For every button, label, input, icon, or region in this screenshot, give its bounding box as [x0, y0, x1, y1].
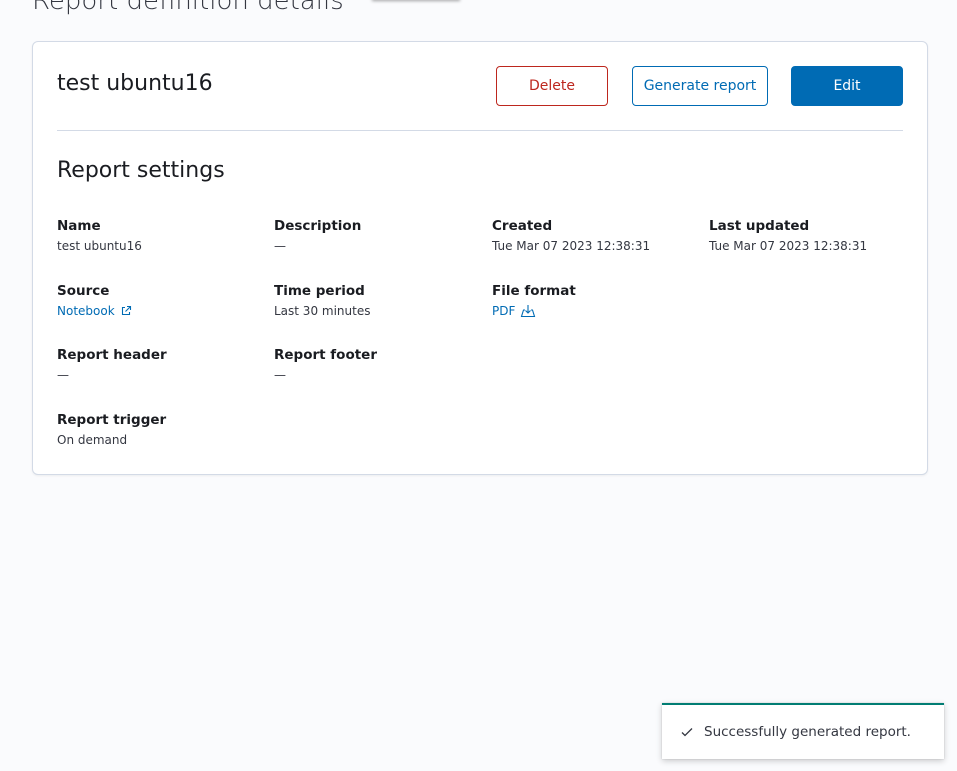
field-value: —	[274, 368, 286, 382]
field-time-period: Time period Last 30 minutes	[274, 282, 370, 319]
field-label: Created	[492, 218, 553, 234]
field-value: —	[274, 239, 286, 253]
check-icon	[681, 728, 693, 737]
field-value: test ubuntu16	[57, 239, 142, 253]
field-value: Tue Mar 07 2023 12:38:31	[492, 239, 651, 253]
field-name: Name test ubuntu16	[57, 217, 142, 254]
field-label: Report trigger	[57, 412, 167, 428]
field-value: —	[57, 368, 69, 382]
field-report-footer: Report footer —	[274, 346, 377, 383]
generate-report-button[interactable]: Generate report	[632, 66, 768, 106]
page-title: Report definition details	[32, 0, 344, 16]
success-toast[interactable]: Successfully generated report.	[662, 703, 944, 759]
source-link-text: Notebook	[57, 304, 115, 318]
file-format-download-link[interactable]: PDF	[492, 303, 536, 319]
field-label: Time period	[274, 283, 365, 299]
source-link[interactable]: Notebook	[57, 303, 132, 319]
field-label: File format	[492, 283, 576, 299]
field-value: On demand	[57, 433, 128, 447]
field-report-header: Report header —	[57, 346, 167, 383]
divider	[57, 130, 903, 131]
file-format-text: PDF	[492, 304, 516, 318]
field-label: Report footer	[274, 347, 377, 363]
field-report-trigger: Report trigger On demand	[57, 411, 166, 448]
edit-button[interactable]: Edit	[791, 66, 903, 106]
download-icon	[521, 305, 536, 318]
report-details-panel: test ubuntu16 Delete Generate report Edi…	[32, 41, 928, 475]
field-label: Source	[57, 283, 110, 299]
field-source: Source Notebook	[57, 282, 132, 319]
field-label: Description	[274, 218, 362, 234]
report-name-heading: test ubuntu16	[57, 71, 213, 96]
delete-button[interactable]: Delete	[496, 66, 608, 106]
report-settings-title: Report settings	[57, 158, 225, 183]
field-last-updated: Last updated Tue Mar 07 2023 12:38:31	[709, 217, 867, 254]
field-created: Created Tue Mar 07 2023 12:38:31	[492, 217, 650, 254]
field-label: Name	[57, 218, 101, 234]
field-label: Last updated	[709, 218, 810, 234]
external-link-icon	[121, 305, 131, 316]
field-description: Description —	[274, 217, 361, 254]
field-file-format: File format PDF	[492, 282, 576, 319]
toast-message: Successfully generated report.	[704, 724, 911, 740]
field-label: Report header	[57, 347, 167, 363]
field-value: Tue Mar 07 2023 12:38:31	[709, 239, 868, 253]
field-value: Last 30 minutes	[274, 304, 371, 318]
